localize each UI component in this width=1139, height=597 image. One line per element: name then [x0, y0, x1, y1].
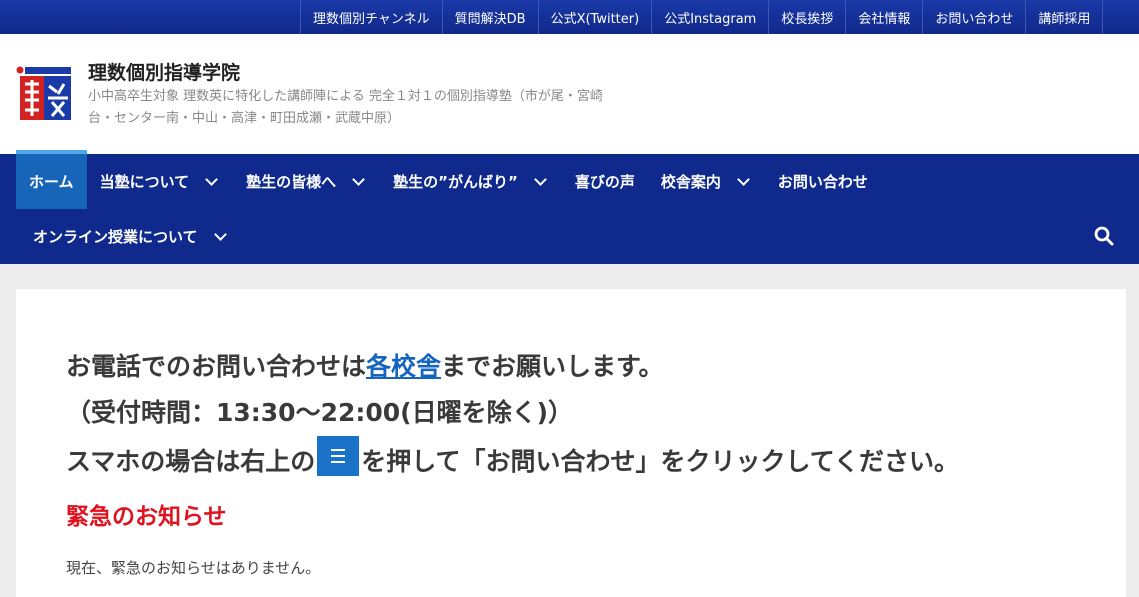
nav-label: 校舎案内	[660, 173, 721, 191]
chevron-down-icon[interactable]	[213, 227, 227, 241]
contact-notice: お電話でのお問い合わせは各校舎までお願いします。 （受付時間：13:30〜22:…	[66, 344, 1106, 485]
notice-text: お電話でのお問い合わせは	[66, 352, 367, 381]
top-link-channel[interactable]: 理数個別チャンネル	[300, 0, 442, 34]
schools-link[interactable]: 各校舎	[366, 352, 441, 381]
top-link-company[interactable]: 会社情報	[845, 0, 922, 34]
chevron-down-icon[interactable]	[352, 172, 366, 186]
chevron-down-icon[interactable]	[737, 172, 750, 186]
top-utility-bar: 理数個別チャンネル 質問解決DB 公式X(Twitter) 公式Instagra…	[0, 0, 1139, 34]
nav-row-1: ホーム 当塾について 塾生の皆様へ 塾生の”がんばり” 喜びの声 校舎案内 お問…	[16, 150, 881, 209]
nav-item-online[interactable]: オンライン授業について	[16, 209, 242, 264]
nav-item-schools[interactable]: 校舎案内	[648, 154, 765, 209]
nav-label: 塾生の”がんばり”	[393, 173, 518, 191]
nav-item-ganbari[interactable]: 塾生の”がんばり”	[380, 154, 562, 209]
nav-item-home[interactable]: ホーム	[16, 150, 87, 209]
notice-line-1: お電話でのお問い合わせは各校舎までお願いします。	[66, 344, 1106, 390]
nav-item-voices[interactable]: 喜びの声	[562, 154, 648, 209]
chevron-down-icon[interactable]	[205, 172, 218, 186]
nav-label: ホーム	[29, 173, 74, 191]
urgent-text: 現在、緊急のお知らせはありません。	[66, 559, 321, 577]
top-links: 理数個別チャンネル 質問解決DB 公式X(Twitter) 公式Instagra…	[300, 0, 1104, 34]
top-link-contact[interactable]: お問い合わせ	[922, 0, 1025, 34]
menu-icon	[317, 436, 360, 476]
nav-label: 塾生の皆様へ	[246, 173, 337, 191]
main-nav: ホーム 当塾について 塾生の皆様へ 塾生の”がんばり” 喜びの声 校舎案内 お問…	[0, 150, 1139, 264]
site-logo[interactable]	[16, 64, 72, 122]
nav-label: 喜びの声	[574, 173, 635, 191]
nav-label: お問い合わせ	[777, 173, 868, 191]
notice-text: を押して「お問い合わせ」をクリックしてください。	[361, 447, 960, 476]
content-card: お電話でのお問い合わせは各校舎までお願いします。 （受付時間：13:30〜22:…	[16, 289, 1126, 597]
top-link-question-db[interactable]: 質問解決DB	[441, 0, 538, 34]
chevron-down-icon[interactable]	[533, 172, 547, 186]
top-link-instagram[interactable]: 公式Instagram	[651, 0, 768, 34]
site-title[interactable]: 理数個別指導学院	[88, 58, 240, 85]
top-link-twitter[interactable]: 公式X(Twitter)	[537, 0, 652, 34]
notice-line-3: スマホの場合は右上の を押して「お問い合わせ」をクリックしてください。	[66, 436, 1106, 485]
site-description: 小中高卒生対象 理数英に特化した講師陣による 完全１対１の個別指導塾（市が尾・宮…	[88, 89, 603, 126]
notice-line-2: （受付時間：13:30〜22:00(日曜を除く)）	[66, 398, 574, 427]
nav-row-2: オンライン授業について	[16, 209, 242, 264]
search-icon[interactable]	[1093, 225, 1115, 247]
nav-item-students[interactable]: 塾生の皆様へ	[233, 154, 380, 209]
site-header: 理数個別指導学院 小中高卒生対象 理数英に特化した講師陣による 完全１対１の個別…	[0, 34, 1139, 154]
top-link-recruit[interactable]: 講師採用	[1025, 0, 1104, 34]
notice-text: スマホの場合は右上の	[66, 447, 316, 476]
nav-item-contact[interactable]: お問い合わせ	[765, 154, 881, 209]
nav-label: オンライン授業について	[33, 228, 198, 246]
top-link-principal[interactable]: 校長挨拶	[768, 0, 845, 34]
notice-text: までお願いします。	[441, 352, 664, 381]
urgent-title: 緊急のお知らせ	[66, 504, 227, 530]
nav-label: 当塾について	[99, 173, 190, 191]
nav-item-about[interactable]: 当塾について	[87, 154, 234, 209]
